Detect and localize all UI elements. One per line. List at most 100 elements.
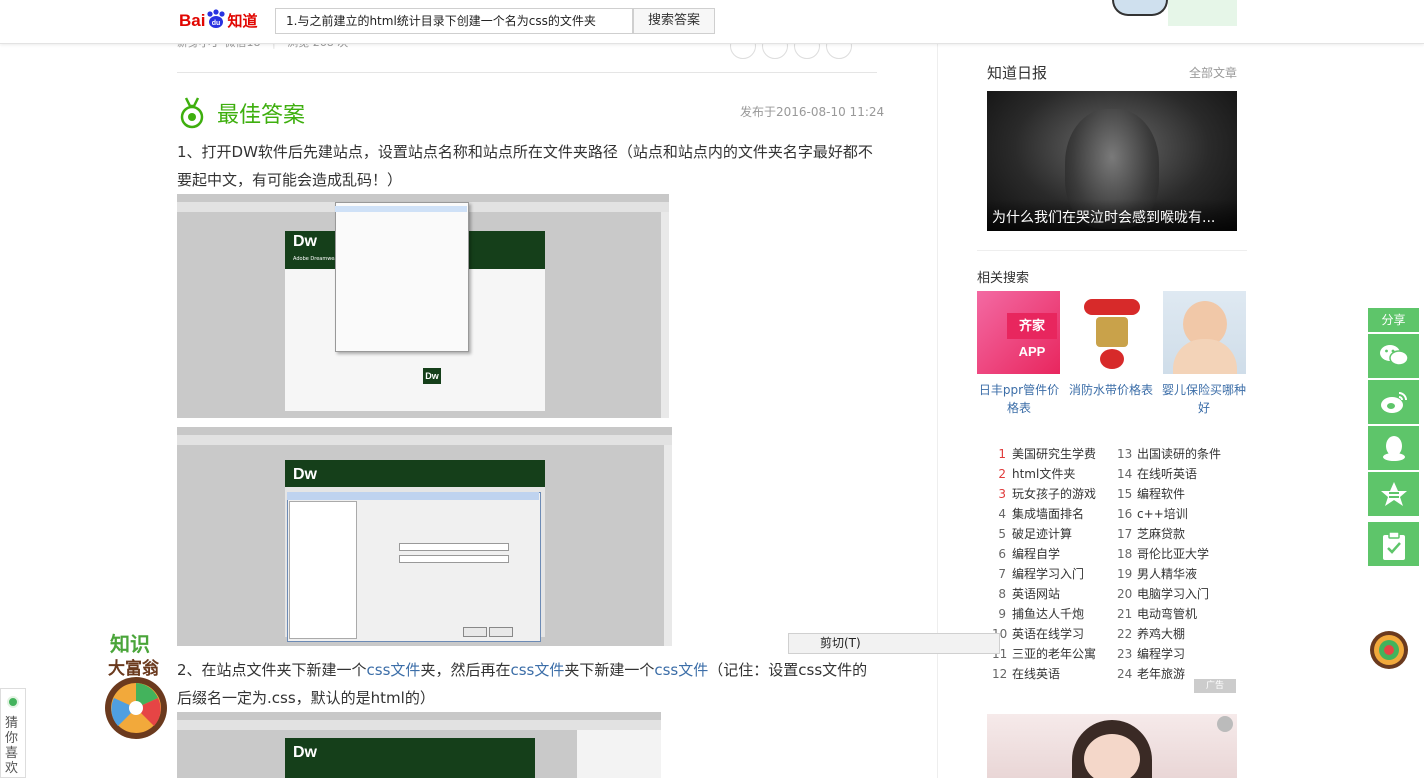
weibo-share-button[interactable] [1368,380,1419,424]
hot-search-item[interactable]: 7 编程学习入门 [992,564,1112,584]
hot-search-item[interactable]: 5 破足迹计算 [992,524,1112,544]
all-articles-link[interactable]: 全部文章 [1189,64,1237,81]
css-link-1[interactable]: css文件 [367,661,421,679]
hot-search-text[interactable]: 编程学习 [1137,647,1185,661]
hot-search-item[interactable]: 15 编程软件 [1117,484,1237,504]
related-image-1[interactable]: 齐家APP [977,291,1060,374]
css-link-2[interactable]: css文件 [510,661,564,679]
hot-search-text[interactable]: 在线听英语 [1137,467,1197,481]
hot-search-text[interactable]: 电动弯管机 [1137,607,1197,621]
zhishi-title: 知识 [110,632,150,656]
rank-number: 13 [1117,447,1133,461]
search-input[interactable]: 1.与之前建立的html统计目录下创建一个名为css的文件夹 [275,8,633,34]
hot-list-left: 1 美国研究生学费 2 html文件夹 3 玩女孩子的游戏 4 集成墙面排名 5 破足迹计算 6 编程… [992,444,1112,684]
hot-search-item[interactable]: 12 在线英语 [992,664,1112,684]
hot-search-item[interactable]: 1 美国研究生学费 [992,444,1112,464]
hot-search-text[interactable]: 英语在线学习 [1012,627,1084,641]
wechat-share-button[interactable] [1368,334,1419,378]
css-link-3[interactable]: css文件 [654,661,708,679]
hot-search-text[interactable]: 出国读研的条件 [1137,447,1221,461]
related-caption-2[interactable]: 消防水带价格表 [1067,381,1155,399]
hot-list-right: 13 出国读研的条件 14 在线听英语 15 编程软件 16 c++培训 17 芝麻贷款 18 哥伦比… [1117,444,1237,684]
daily-title: 知道日报 [987,64,1048,82]
hot-search-text[interactable]: 编程自学 [1012,547,1060,561]
related-image-2[interactable] [1070,291,1153,374]
hot-search-text[interactable]: 英语网站 [1012,587,1060,601]
hot-search-text[interactable]: 捕鱼达人千炮 [1012,607,1084,621]
hot-search-text[interactable]: 编程学习入门 [1012,567,1084,581]
rank-number: 6 [998,547,1006,561]
answer-screenshot-1[interactable]: Dw Adobe Dreamweaver Dw [177,194,669,418]
hot-search-item[interactable]: 21 电动弯管机 [1117,604,1237,624]
hot-search-item[interactable]: 17 芝麻贷款 [1117,524,1237,544]
qzone-share-button[interactable] [1368,472,1419,516]
hot-search-text[interactable]: 集成墙面排名 [1012,507,1084,521]
game-wheel-icon[interactable] [1369,630,1409,670]
hot-search-item[interactable]: 14 在线听英语 [1117,464,1237,484]
header-avatar[interactable] [1112,0,1168,16]
sidebar-separator [937,43,938,778]
svg-text:du: du [212,20,221,27]
hot-search-item[interactable]: 3 玩女孩子的游戏 [992,484,1112,504]
hot-search-text[interactable]: 芝麻贷款 [1137,527,1185,541]
baidu-zhidao-logo[interactable]: Bai du 知道 [179,9,261,37]
top-bar: Bai du 知道 1.与之前建立的html统计目录下创建一个名为css的文件夹 搜… [0,0,1424,44]
hot-search-text[interactable]: 美国研究生学费 [1012,447,1096,461]
clipboard-button[interactable] [1368,522,1419,566]
hot-search-item[interactable]: 10英语在线学习 [992,624,1112,644]
hot-search-text[interactable]: 玩女孩子的游戏 [1012,487,1096,501]
header-green-button[interactable] [1168,0,1237,26]
logo-bai: Bai [179,11,206,30]
hot-search-item[interactable]: 18 哥伦比亚大学 [1117,544,1237,564]
search-button[interactable]: 搜索答案 [633,8,715,34]
hot-search-text[interactable]: 老年旅游 [1137,667,1185,681]
hot-search-item[interactable]: 13 出国读研的条件 [1117,444,1237,464]
answer-step-1: 1、打开DW软件后先建站点，设置站点名称和站点所在文件夹路径（站点和站点内的文件… [177,143,873,189]
qq-share-button[interactable] [1368,426,1419,470]
related-caption-1[interactable]: 日丰ppr管件价格表 [975,381,1063,417]
daily-caption[interactable]: 为什么我们在哭泣时会感到喉咙有... [992,207,1215,227]
hot-search-item[interactable]: 20 电脑学习入门 [1117,584,1237,604]
hot-search-item[interactable]: 8 英语网站 [992,584,1112,604]
hot-search-item[interactable]: 19 男人精华液 [1117,564,1237,584]
hot-search-text[interactable]: 养鸡大棚 [1137,627,1185,641]
clipboard-icon [1382,531,1405,560]
hot-search-text[interactable]: 男人精华液 [1137,567,1197,581]
rank-number: 16 [1117,507,1133,521]
hot-search-item[interactable]: 2 html文件夹 [992,464,1112,484]
answer-screenshot-3[interactable]: Dw [177,712,661,778]
hot-search-item[interactable]: 4 集成墙面排名 [992,504,1112,524]
hot-search-text[interactable]: 在线英语 [1012,667,1060,681]
hot-search-text[interactable]: 编程软件 [1137,487,1185,501]
hot-search-item[interactable]: 6 编程自学 [992,544,1112,564]
rank-number: 15 [1117,487,1133,501]
hot-search-text[interactable]: 破足迹计算 [1012,527,1072,541]
related-image-3[interactable] [1163,291,1246,374]
related-caption-3[interactable]: 婴儿保险买哪种好 [1160,381,1248,417]
hot-search-item[interactable]: 22 养鸡大棚 [1117,624,1237,644]
zhishi-dafuweng-widget[interactable]: 知识 大富翁 [104,628,176,740]
rank-number: 3 [998,487,1006,501]
hot-search-item[interactable]: 11 三亚的老年公寓 [992,644,1112,664]
answer-screenshot-2[interactable]: Dw [177,427,672,646]
rank-number: 21 [1117,607,1133,621]
hot-search-item[interactable]: 23 编程学习 [1117,644,1237,664]
hot-search-text[interactable]: html文件夹 [1012,467,1075,481]
rank-number: 24 [1117,667,1133,681]
hot-search-text[interactable]: c++培训 [1137,507,1188,521]
hot-search-text[interactable]: 哥伦比亚大学 [1137,547,1209,561]
guess-you-like-label: 猜你喜欢 [5,716,19,776]
sidebar-ad-image[interactable] [987,714,1237,778]
hot-search-text[interactable]: 电脑学习入门 [1137,587,1209,601]
hot-search-text[interactable]: 三亚的老年公寓 [1012,647,1096,661]
rank-number: 14 [1117,467,1133,481]
ad-label: 广告 [1194,679,1236,693]
status-dot-icon [7,696,19,708]
rank-number: 12 [992,667,1008,681]
related-search-title: 相关搜索 [977,271,1030,286]
hot-search-item[interactable]: 9 捕鱼达人千炮 [992,604,1112,624]
rank-number: 23 [1117,647,1133,661]
rank-number: 2 [998,467,1006,481]
hot-search-item[interactable]: 16 c++培训 [1117,504,1237,524]
context-menu-cut[interactable]: 剪切(T) [788,633,1000,654]
